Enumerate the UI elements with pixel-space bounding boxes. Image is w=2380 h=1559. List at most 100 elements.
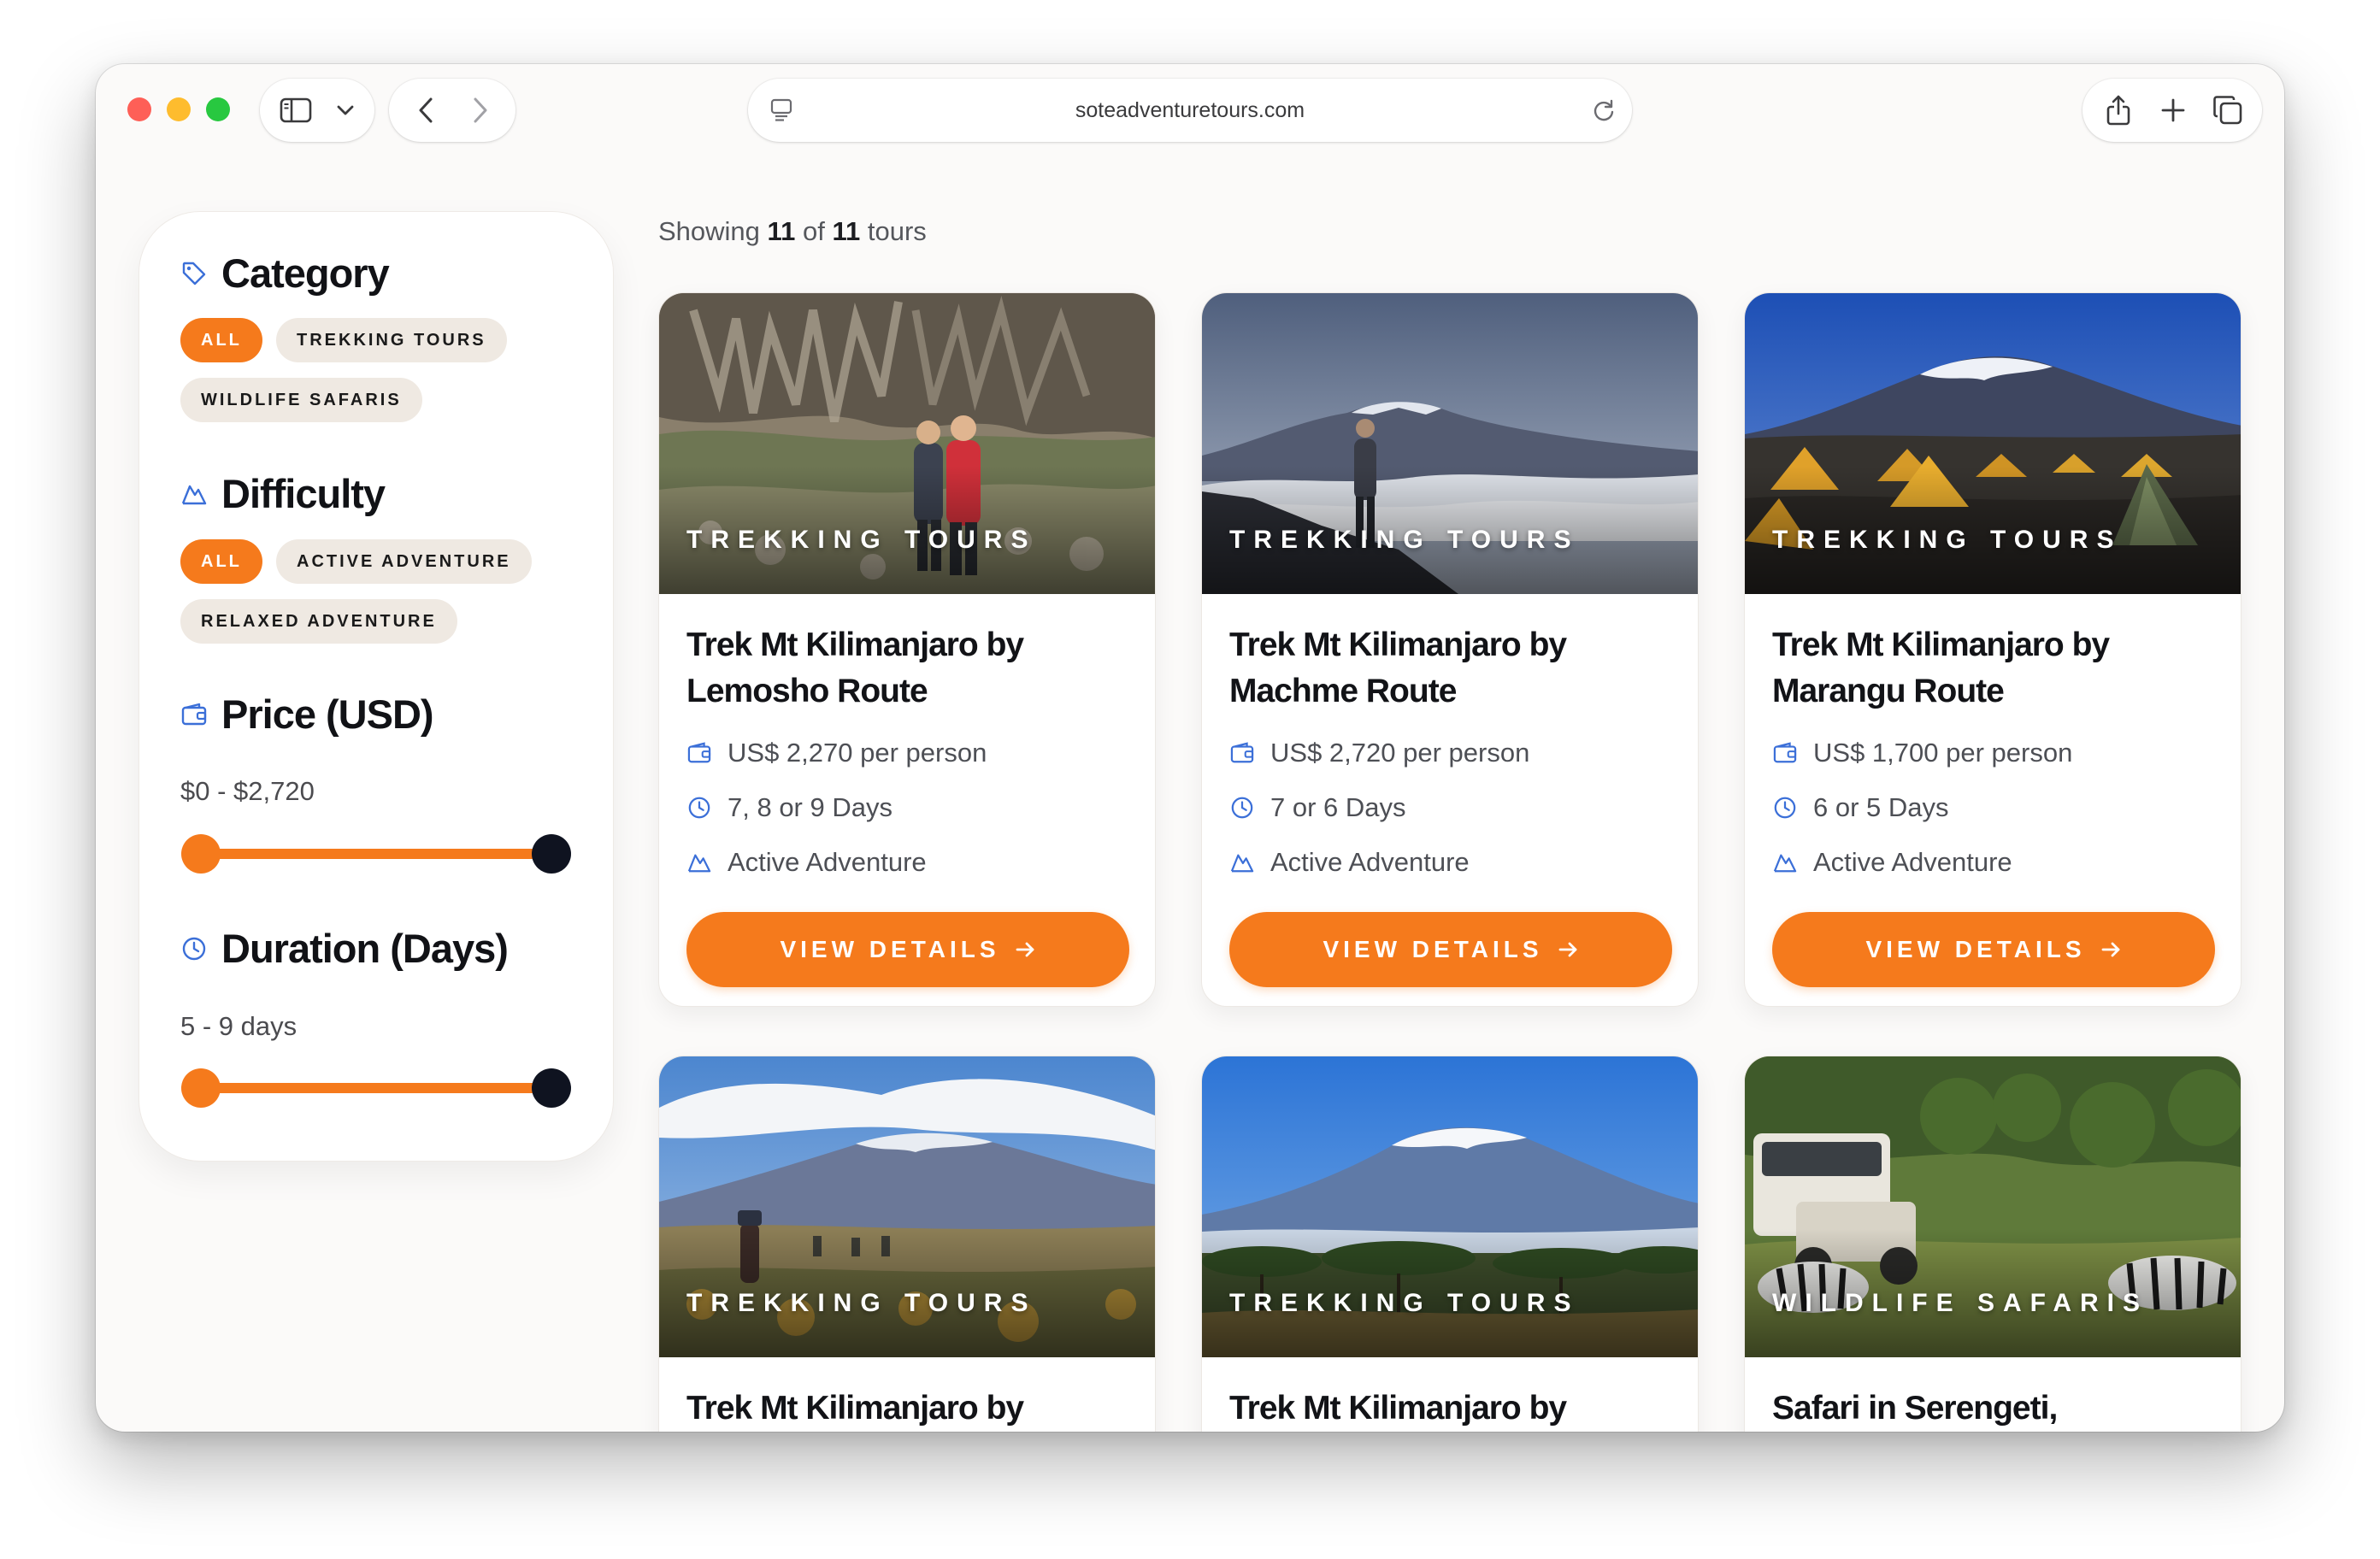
tour-duration: 7 or 6 Days [1229,792,1406,823]
tour-price-text: US$ 2,270 per person [728,738,987,768]
results-count: Showing 11 of 11 tours [658,216,927,247]
forward-icon[interactable] [461,79,500,142]
browser-toolbar: soteadventuretours.com [96,64,2284,175]
results-prefix: Showing [658,216,760,246]
duration-heading: Duration (Days) [180,925,509,972]
tab-overview-icon[interactable] [2204,79,2252,142]
reload-icon[interactable] [1584,79,1623,142]
difficulty-chip-active-adventure[interactable]: ACTIVE ADVENTURE [276,539,532,584]
back-icon[interactable] [406,79,445,142]
tour-price-text: US$ 2,720 per person [1270,738,1530,768]
duration-title: Duration (Days) [221,926,509,971]
mountain-icon [686,850,712,875]
duration-slider-track[interactable] [201,1083,551,1093]
price-min-handle[interactable] [181,834,221,874]
tour-price: US$ 2,270 per person [686,738,987,768]
category-heading: Category [180,250,390,297]
tour-difficulty: Active Adventure [686,847,927,878]
sidebar-toggle-group [260,79,374,142]
tour-category-label: TREKKING TOURS [1229,1289,1580,1317]
tour-category-label: TREKKING TOURS [686,526,1037,554]
price-slider-track[interactable] [201,849,551,859]
zoom-window-button[interactable] [206,97,230,121]
results-suffix: tours [867,216,927,246]
price-title: Price (USD) [221,691,434,737]
tour-image[interactable]: TREKKING TOURS [659,1056,1155,1357]
mountain-icon [180,480,208,508]
view-details-button[interactable]: VIEW DETAILS [686,912,1129,987]
clock-icon [686,795,712,821]
tour-duration-text: 6 or 5 Days [1813,792,1949,822]
tour-price: US$ 1,700 per person [1772,738,2072,768]
tour-image[interactable]: TREKKING TOURS [1202,293,1698,594]
tour-image[interactable]: TREKKING TOURS [1202,1056,1698,1357]
share-icon[interactable] [2094,79,2142,142]
tour-duration-text: 7 or 6 Days [1270,792,1406,822]
tour-card[interactable]: TREKKING TOURS Trek Mt Kilimanjaro by [1201,1056,1699,1432]
view-details-label: VIEW DETAILS [780,936,1000,962]
minimize-window-button[interactable] [167,97,191,121]
wallet-icon [686,740,712,766]
duration-range-text: 5 - 9 days [180,1011,298,1041]
wallet-icon [180,701,208,728]
tour-duration: 7, 8 or 9 Days [686,792,892,823]
difficulty-heading: Difficulty [180,470,386,517]
tour-duration: 6 or 5 Days [1772,792,1949,823]
view-details-button[interactable]: VIEW DETAILS [1229,912,1672,987]
chevron-down-icon[interactable] [328,79,362,142]
navigation-group [389,79,515,142]
new-tab-icon[interactable] [2149,79,2197,142]
wallet-icon [1772,740,1798,766]
duration-min-handle[interactable] [181,1068,221,1108]
tour-difficulty-text: Active Adventure [1270,847,1470,877]
price-range-text: $0 - $2,720 [180,776,315,806]
clock-icon [180,935,208,962]
clock-icon [1772,795,1798,821]
tour-difficulty: Active Adventure [1772,847,2012,878]
tour-title[interactable]: Trek Mt Kilimanjaro by [1229,1385,1674,1432]
tour-category-label: WILDLIFE SAFARIS [1772,1289,2148,1317]
tour-title[interactable]: Safari in Serengeti, [1772,1385,2217,1432]
url-text: soteadventuretours.com [1075,98,1305,122]
results-of: of [802,216,825,246]
category-chip-wildlife-safaris[interactable]: WILDLIFE SAFARIS [180,378,422,422]
tour-title[interactable]: Trek Mt Kilimanjaro by [686,1385,1131,1432]
tour-image[interactable]: WILDLIFE SAFARIS [1745,1056,2241,1357]
wallet-icon [1229,740,1255,766]
tour-image[interactable]: TREKKING TOURS [1745,293,2241,594]
tour-price-text: US$ 1,700 per person [1813,738,2073,768]
arrow-right-icon [1016,941,1036,958]
tour-difficulty-text: Active Adventure [1813,847,2012,877]
results-shown: 11 [767,216,796,246]
view-details-label: VIEW DETAILS [1323,936,1543,962]
tour-card[interactable]: TREKKING TOURS Trek Mt Kilimanjaro by Ma… [1744,292,2242,1007]
tour-card[interactable]: TREKKING TOURS Trek Mt Kilimanjaro by Ma… [1201,292,1699,1007]
tour-image[interactable]: TREKKING TOURS [659,293,1155,594]
mountain-icon [1772,850,1798,875]
results-total: 11 [832,216,861,246]
tag-icon [180,260,208,287]
tour-card[interactable]: WILDLIFE SAFARIS Safari in Serengeti, [1744,1056,2242,1432]
tour-title[interactable]: Trek Mt Kilimanjaro by Marangu Route [1772,622,2217,715]
tour-card[interactable]: TREKKING TOURS Trek Mt Kilimanjaro by [658,1056,1156,1432]
tour-category-label: TREKKING TOURS [1229,526,1580,554]
category-title: Category [221,250,390,296]
tour-title[interactable]: Trek Mt Kilimanjaro by Machme Route [1229,622,1674,715]
filter-panel: Category ALL TREKKING TOURS WILDLIFE SAF… [138,211,614,1162]
tour-title[interactable]: Trek Mt Kilimanjaro by Lemosho Route [686,622,1131,715]
difficulty-chip-all[interactable]: ALL [180,539,262,584]
category-chip-trekking-tours[interactable]: TREKKING TOURS [276,318,507,362]
view-details-label: VIEW DETAILS [1865,936,2086,962]
category-chip-all[interactable]: ALL [180,318,262,362]
mountain-icon [1229,850,1255,875]
arrow-right-icon [1558,941,1579,958]
sidebar-icon[interactable] [275,79,316,142]
tour-card[interactable]: TREKKING TOURS Trek Mt Kilimanjaro by Le… [658,292,1156,1007]
difficulty-chip-relaxed-adventure[interactable]: RELAXED ADVENTURE [180,599,457,644]
duration-max-handle[interactable] [532,1068,571,1108]
address-bar[interactable]: soteadventuretours.com [748,79,1632,142]
price-max-handle[interactable] [532,834,571,874]
view-details-button[interactable]: VIEW DETAILS [1772,912,2215,987]
price-heading: Price (USD) [180,691,434,738]
close-window-button[interactable] [127,97,151,121]
